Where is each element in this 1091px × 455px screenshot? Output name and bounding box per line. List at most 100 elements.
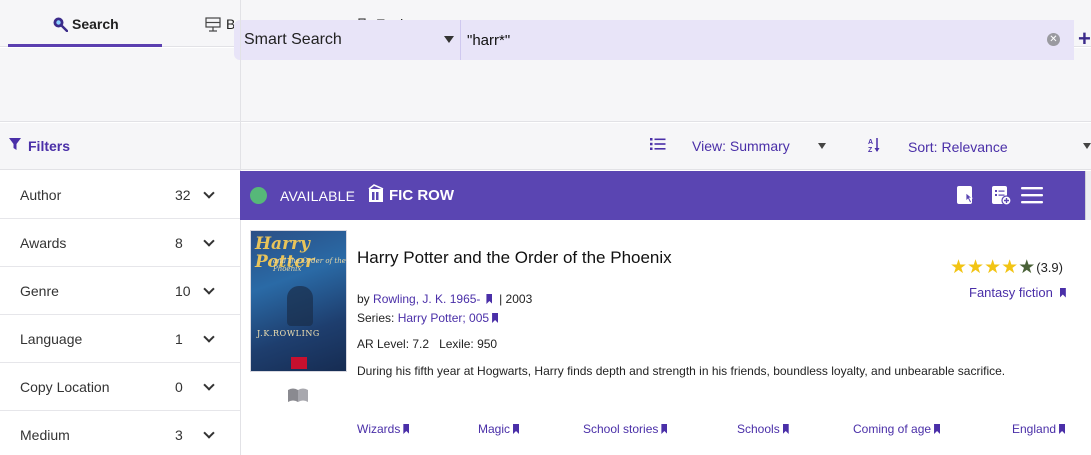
bookmark-icon: [1059, 424, 1066, 434]
subject-link-england[interactable]: England: [1012, 422, 1066, 436]
caret-down-icon: [817, 142, 826, 149]
sort-select[interactable]: AZ Sort: Relevance: [868, 137, 1008, 156]
genre-label: Fantasy fiction: [969, 285, 1053, 300]
bookshelf-icon: [204, 16, 222, 32]
series-line: Series: Harry Potter; 005: [357, 311, 499, 325]
reading-level-line: AR Level: 7.2 Lexile: 950: [357, 337, 497, 351]
search-type-label: Smart Search: [244, 31, 342, 48]
publication-year: | 2003: [499, 292, 533, 306]
facet-label: Genre: [20, 282, 59, 299]
bookmark-icon: [486, 294, 493, 304]
facet-medium[interactable]: Medium 3: [0, 411, 240, 455]
add-search-button[interactable]: +: [1078, 26, 1091, 52]
add-to-list-icon[interactable]: [990, 184, 1012, 211]
bookmark-icon: [492, 313, 499, 323]
subject-link-coming-of-age[interactable]: Coming of age: [853, 422, 941, 436]
facet-label: Medium: [20, 426, 70, 443]
subject-label: Schools: [737, 422, 780, 436]
facet-label: Language: [20, 330, 83, 347]
book-cover[interactable]: Harry Potter and the Order of the Phoeni…: [250, 230, 347, 372]
tab-search-label: Search: [72, 15, 119, 32]
filters-label: Filters: [28, 137, 71, 154]
facet-count: 32: [175, 187, 191, 203]
chevron-down-icon: [203, 235, 215, 247]
result-header-bar: AVAILABLE FIC ROW: [240, 171, 1085, 220]
facet-count: 8: [175, 235, 183, 251]
caret-down-icon: [444, 36, 454, 43]
cover-author: J.K.ROWLING: [257, 329, 320, 338]
chevron-down-icon: [203, 331, 215, 343]
subject-link-schools[interactable]: Schools: [737, 422, 789, 436]
bookmark-icon: [782, 424, 789, 434]
publisher-logo: [291, 357, 307, 369]
view-label: View: Summary: [692, 137, 790, 154]
ar-level: AR Level: 7.2: [357, 337, 430, 351]
subject-link-school-stories[interactable]: School stories: [583, 422, 668, 436]
filters-toggle[interactable]: Filters: [8, 137, 70, 154]
subject-link-wizards[interactable]: Wizards: [357, 422, 410, 436]
subject-label: Magic: [478, 422, 511, 436]
star-icon: ★: [1001, 257, 1019, 278]
menu-icon[interactable]: [1020, 184, 1044, 211]
facet-language[interactable]: Language 1: [0, 315, 240, 363]
subject-link-magic[interactable]: Magic: [478, 422, 520, 436]
subject-label: School stories: [583, 422, 659, 436]
facet-count: 10: [175, 283, 191, 299]
subject-label: England: [1012, 422, 1057, 436]
call-number: FIC ROW: [389, 187, 454, 204]
by-prefix: by: [357, 292, 370, 306]
genre-link[interactable]: Fantasy fiction: [969, 285, 1066, 300]
facet-awards[interactable]: Awards 8: [0, 219, 240, 267]
facet-label: Copy Location: [20, 378, 110, 395]
scroll-edge: [1085, 171, 1091, 220]
bookmark-icon: [1059, 287, 1066, 298]
facet-count: 1: [175, 331, 183, 347]
facet-copy-location[interactable]: Copy Location 0: [0, 363, 240, 411]
facet-label: Author: [20, 186, 62, 203]
series-prefix: Series:: [357, 311, 395, 325]
star-icon: ★: [984, 257, 1002, 278]
availability-status: AVAILABLE: [280, 188, 356, 204]
caret-down-icon[interactable]: [1083, 143, 1091, 149]
funnel-icon: [8, 137, 22, 154]
sort-label: Sort: Relevance: [908, 138, 1008, 155]
cover-figure: [287, 286, 313, 326]
chevron-down-icon: [203, 427, 215, 439]
facet-author[interactable]: Author 32: [0, 171, 240, 219]
tab-search[interactable]: Search: [52, 0, 119, 47]
subject-label: Wizards: [357, 422, 401, 436]
cover-subtitle: and the Order of the Phoenix: [273, 257, 346, 273]
place-hold-icon[interactable]: [955, 184, 977, 211]
author-line: by Rowling, J. K. 1965- | 2003: [357, 292, 532, 306]
chevron-down-icon: [203, 187, 215, 199]
list-view-icon: [650, 137, 666, 154]
shelf-location-icon: [366, 184, 386, 209]
bookmark-icon: [661, 424, 668, 434]
view-select[interactable]: View: Summary: [650, 137, 826, 154]
facet-count: 3: [175, 427, 183, 443]
active-tab-indicator: [8, 44, 162, 47]
star-icon: ★: [950, 257, 968, 278]
chevron-down-icon: [203, 283, 215, 295]
result-summary: During his fifth year at Hogwarts, Harry…: [357, 364, 1006, 378]
clear-icon[interactable]: ✕: [1047, 33, 1060, 46]
svg-text:A: A: [868, 139, 873, 146]
star-icon: ★: [1018, 257, 1036, 278]
series-link[interactable]: Harry Potter; 005: [398, 311, 489, 325]
facet-genre[interactable]: Genre 10: [0, 267, 240, 315]
subject-label: Coming of age: [853, 422, 932, 436]
search-type-select[interactable]: Smart Search: [234, 20, 460, 60]
availability-dot: [250, 187, 267, 204]
sort-az-icon: AZ: [868, 137, 880, 156]
facet-count: 0: [175, 379, 183, 395]
author-link[interactable]: Rowling, J. K. 1965-: [373, 292, 480, 306]
chevron-down-icon: [203, 379, 215, 391]
book-format-icon: [287, 387, 309, 408]
svg-text:Z: Z: [868, 147, 873, 153]
rating-value: (3.9): [1036, 260, 1063, 275]
star-icon: ★: [967, 257, 985, 278]
star-rating: ★ ★ ★ ★ ★ (3.9): [950, 258, 1063, 277]
result-title[interactable]: Harry Potter and the Order of the Phoeni…: [357, 248, 672, 268]
facet-label: Awards: [20, 234, 67, 251]
search-input[interactable]: [460, 20, 1074, 60]
